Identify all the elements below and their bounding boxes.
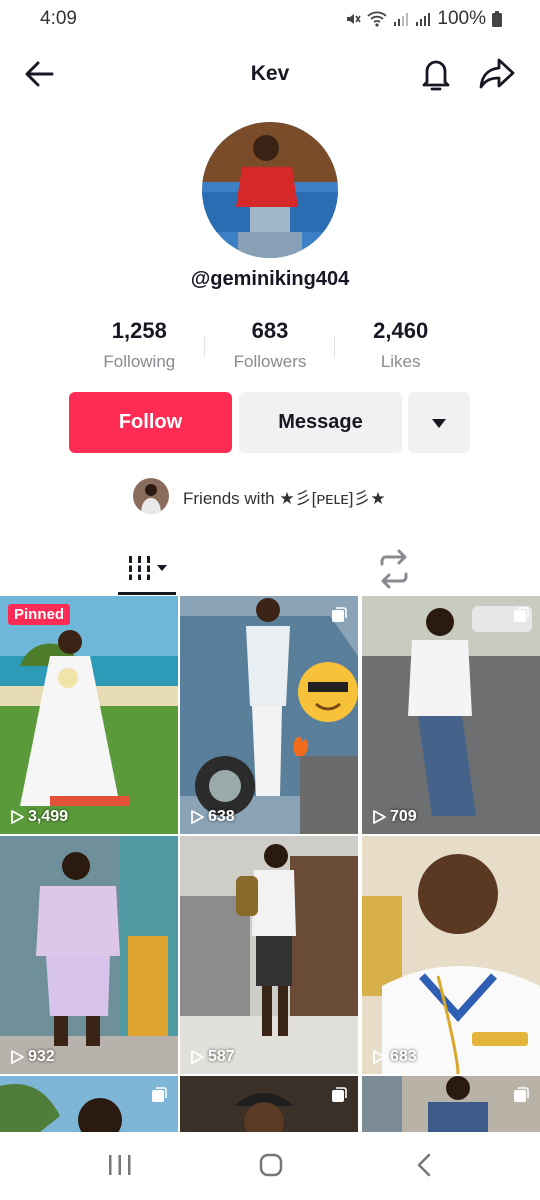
video-tile[interactable]: 587 xyxy=(180,836,358,1074)
profile-stats: 1,258 Following 683 Followers 2,460 Like… xyxy=(74,318,466,378)
repost-icon[interactable] xyxy=(372,548,416,590)
play-icon xyxy=(373,1050,386,1064)
pinned-badge: Pinned xyxy=(8,604,71,625)
profile-tabs xyxy=(0,544,540,596)
stat-following-label: Following xyxy=(103,352,176,371)
share-icon[interactable] xyxy=(478,56,516,92)
status-icons: 100% xyxy=(345,8,502,30)
battery-level: 100% xyxy=(437,8,486,29)
view-count: 638 xyxy=(190,808,235,826)
signal-icon-2 xyxy=(416,13,431,26)
battery-icon xyxy=(492,11,502,27)
stat-following-value: 1,258 xyxy=(111,318,167,343)
view-count-value: 709 xyxy=(390,808,417,825)
view-count: 587 xyxy=(190,1048,235,1066)
video-tile[interactable]: 932 xyxy=(0,836,178,1074)
stat-likes-label: Likes xyxy=(380,352,421,371)
view-count: 683 xyxy=(372,1048,417,1066)
status-bar: 4:09 100% xyxy=(0,0,540,40)
username: @geminiking404 xyxy=(190,268,350,290)
play-icon xyxy=(11,810,24,824)
multi-video-icon xyxy=(514,1087,529,1102)
multi-video-icon xyxy=(332,1087,347,1102)
back-icon[interactable] xyxy=(414,1152,434,1178)
tab-active-indicator xyxy=(118,592,176,595)
bell-icon[interactable] xyxy=(418,54,454,94)
play-icon xyxy=(373,810,386,824)
multi-video-icon xyxy=(514,607,529,622)
view-count-value: 3,499 xyxy=(28,808,69,825)
caret-down-icon xyxy=(432,418,446,428)
message-button[interactable]: Message xyxy=(239,392,402,453)
stat-divider xyxy=(204,336,205,358)
more-options-button[interactable] xyxy=(408,392,470,453)
wifi-icon xyxy=(367,11,388,27)
view-count-value: 683 xyxy=(390,1048,417,1065)
profile-header: Kev xyxy=(0,50,540,100)
grid-icon xyxy=(127,556,167,580)
play-icon xyxy=(11,1050,24,1064)
video-tile[interactable]: 683 xyxy=(362,836,540,1074)
page-title: Kev xyxy=(250,62,290,85)
video-tile[interactable]: 709 xyxy=(362,596,540,834)
stat-divider xyxy=(334,336,335,358)
mutual-friends[interactable]: Friends with ★彡[ᴘᴇʟᴇ]彡★ xyxy=(133,478,386,514)
recent-apps-icon[interactable] xyxy=(106,1152,134,1178)
follow-button[interactable]: Follow xyxy=(69,392,232,453)
video-tile[interactable] xyxy=(362,1076,540,1132)
video-tile[interactable] xyxy=(0,1076,178,1132)
view-count: 932 xyxy=(10,1048,55,1066)
friends-text: Friends with ★彡[ᴘᴇʟᴇ]彡★ xyxy=(183,488,386,508)
system-nav-bar xyxy=(0,1132,540,1200)
view-count-value: 587 xyxy=(208,1048,235,1065)
play-icon xyxy=(191,810,204,824)
multi-video-icon xyxy=(332,607,347,622)
avatar[interactable] xyxy=(202,122,338,258)
status-time: 4:09 xyxy=(40,8,77,29)
signal-icon xyxy=(394,13,409,26)
stat-following[interactable]: 1,258 Following xyxy=(74,318,205,378)
video-tile[interactable] xyxy=(180,1076,358,1132)
stat-followers-label: Followers xyxy=(233,352,307,371)
video-tile[interactable]: 638 xyxy=(180,596,358,834)
stat-followers[interactable]: 683 Followers xyxy=(205,318,336,378)
stat-followers-value: 683 xyxy=(251,318,289,343)
view-count-value: 638 xyxy=(208,808,235,825)
stat-likes-value: 2,460 xyxy=(373,318,429,343)
video-tile[interactable]: Pinned 3,499 xyxy=(0,596,178,834)
tab-videos[interactable] xyxy=(118,544,176,592)
view-count-value: 932 xyxy=(28,1048,55,1065)
stat-likes[interactable]: 2,460 Likes xyxy=(335,318,466,378)
play-icon xyxy=(191,1050,204,1064)
view-count: 709 xyxy=(372,808,417,826)
multi-video-icon xyxy=(152,1087,167,1102)
friend-avatar xyxy=(133,478,169,514)
mute-icon xyxy=(347,14,362,24)
view-count: 3,499 xyxy=(10,808,68,826)
home-icon[interactable] xyxy=(258,1152,284,1178)
